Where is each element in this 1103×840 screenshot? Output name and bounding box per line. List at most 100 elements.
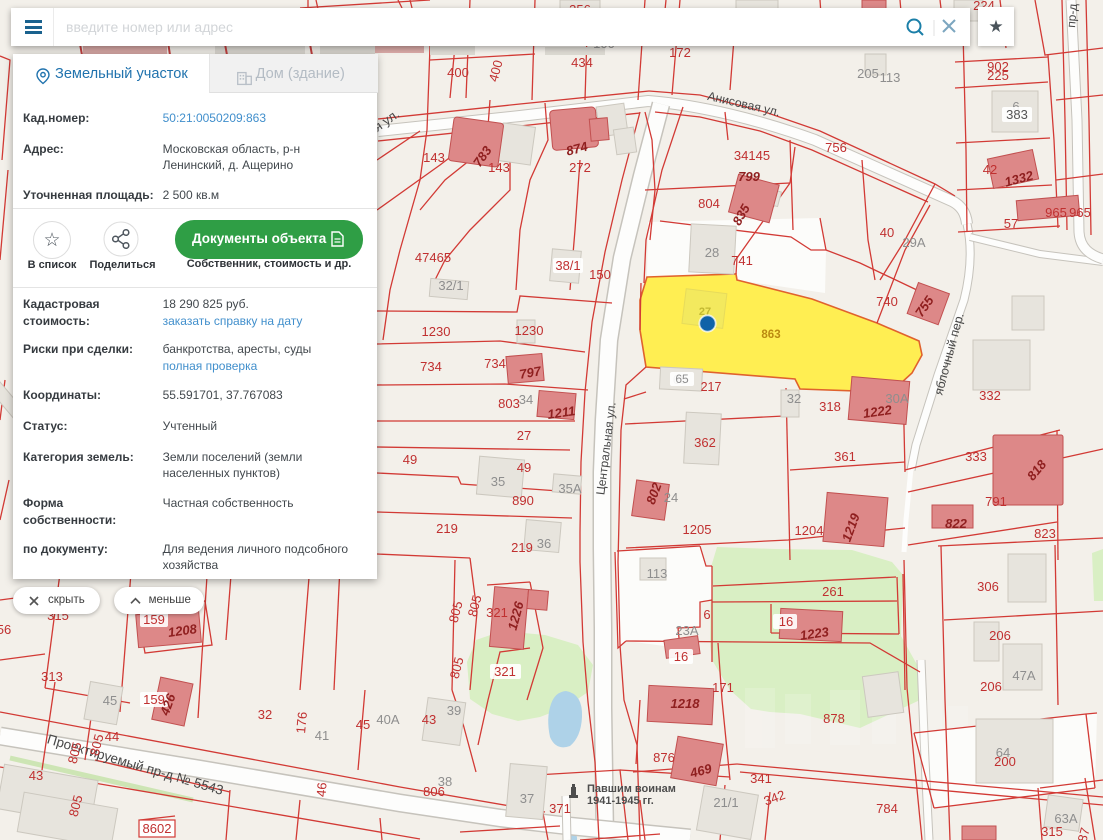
svg-text:Павшим воинам: Павшим воинам xyxy=(587,783,676,795)
svg-text:799: 799 xyxy=(738,169,760,184)
svg-text:371: 371 xyxy=(549,801,571,816)
svg-text:36: 36 xyxy=(537,536,551,551)
svg-text:34145: 34145 xyxy=(734,148,770,163)
svg-text:361: 361 xyxy=(834,449,856,464)
svg-text:21/1: 21/1 xyxy=(713,795,738,810)
svg-text:965: 965 xyxy=(1069,205,1091,220)
svg-text:38: 38 xyxy=(438,774,452,789)
svg-text:1205: 1205 xyxy=(683,522,712,537)
svg-text:56: 56 xyxy=(0,622,11,637)
svg-text:332: 332 xyxy=(979,388,1001,403)
svg-text:176: 176 xyxy=(293,711,310,734)
svg-text:150: 150 xyxy=(589,267,611,282)
svg-text:159: 159 xyxy=(143,612,165,627)
svg-text:206: 206 xyxy=(980,679,1002,694)
svg-text:6: 6 xyxy=(703,607,710,622)
svg-text:341: 341 xyxy=(750,771,772,786)
svg-text:40: 40 xyxy=(880,225,894,240)
svg-text:35А: 35А xyxy=(558,481,581,496)
svg-text:318: 318 xyxy=(819,399,841,414)
svg-text:261: 261 xyxy=(822,584,844,599)
svg-text:219: 219 xyxy=(511,540,533,555)
svg-text:143: 143 xyxy=(423,150,445,165)
svg-text:1941-1945 гг.: 1941-1945 гг. xyxy=(587,795,654,807)
svg-text:321: 321 xyxy=(494,664,516,679)
svg-text:306: 306 xyxy=(977,579,999,594)
svg-text:32/1: 32/1 xyxy=(438,278,463,293)
svg-text:863: 863 xyxy=(761,329,780,341)
svg-text:1204: 1204 xyxy=(795,523,824,538)
svg-text:39: 39 xyxy=(447,703,461,718)
svg-text:34: 34 xyxy=(519,392,533,407)
svg-text:65: 65 xyxy=(675,372,689,386)
svg-text:740: 740 xyxy=(876,294,898,309)
svg-text:734: 734 xyxy=(420,359,442,374)
svg-text:49: 49 xyxy=(517,460,531,475)
svg-text:791: 791 xyxy=(985,494,1007,509)
svg-text:113: 113 xyxy=(880,70,901,85)
svg-text:890: 890 xyxy=(512,493,534,508)
svg-text:225: 225 xyxy=(987,68,1009,83)
svg-text:63А: 63А xyxy=(1054,811,1077,826)
svg-text:40А: 40А xyxy=(376,712,399,727)
svg-text:383: 383 xyxy=(1006,107,1028,122)
svg-text:43: 43 xyxy=(422,712,436,727)
svg-text:313: 313 xyxy=(41,669,63,684)
svg-text:41: 41 xyxy=(315,728,329,743)
svg-text:315: 315 xyxy=(1041,824,1063,839)
svg-text:965: 965 xyxy=(1045,205,1067,220)
svg-text:8602: 8602 xyxy=(143,821,172,836)
svg-text:46: 46 xyxy=(313,782,329,798)
svg-text:42: 42 xyxy=(983,162,997,177)
svg-text:23А: 23А xyxy=(675,623,698,638)
svg-text:878: 878 xyxy=(823,711,845,726)
svg-text:35: 35 xyxy=(491,474,505,489)
svg-text:741: 741 xyxy=(731,253,753,268)
svg-text:27: 27 xyxy=(517,428,531,443)
svg-text:434: 434 xyxy=(571,55,593,70)
svg-text:37: 37 xyxy=(520,791,534,806)
svg-text:321: 321 xyxy=(486,605,508,620)
svg-text:219: 219 xyxy=(436,521,458,536)
svg-text:333: 333 xyxy=(965,449,987,464)
svg-text:272: 272 xyxy=(569,160,591,175)
svg-text:32: 32 xyxy=(258,707,272,722)
svg-text:804: 804 xyxy=(698,196,720,211)
svg-text:пр-д: пр-д xyxy=(1064,3,1080,28)
svg-text:16: 16 xyxy=(779,614,793,629)
svg-text:784: 784 xyxy=(876,801,898,816)
svg-text:1218: 1218 xyxy=(671,696,701,711)
svg-text:64: 64 xyxy=(996,745,1010,760)
svg-text:28: 28 xyxy=(705,245,719,260)
svg-text:47465: 47465 xyxy=(415,250,451,265)
svg-text:400: 400 xyxy=(447,65,469,80)
svg-text:172: 172 xyxy=(669,45,691,60)
svg-text:1230: 1230 xyxy=(422,324,451,339)
svg-text:47А: 47А xyxy=(1012,668,1035,683)
svg-text:49: 49 xyxy=(403,452,417,467)
svg-text:45: 45 xyxy=(356,717,370,732)
svg-text:45: 45 xyxy=(103,693,117,708)
svg-text:113: 113 xyxy=(647,566,668,581)
svg-text:29А: 29А xyxy=(902,235,925,250)
svg-text:362: 362 xyxy=(694,435,716,450)
svg-text:1230: 1230 xyxy=(515,323,544,338)
svg-text:756: 756 xyxy=(825,140,847,155)
svg-text:823: 823 xyxy=(1034,526,1056,541)
svg-text:24: 24 xyxy=(664,490,678,505)
svg-text:803: 803 xyxy=(498,396,520,411)
svg-text:171: 171 xyxy=(712,680,734,695)
svg-text:205: 205 xyxy=(857,66,879,81)
svg-text:38/1: 38/1 xyxy=(555,258,580,273)
svg-text:57: 57 xyxy=(1004,216,1018,231)
svg-text:822: 822 xyxy=(945,516,967,531)
svg-text:44: 44 xyxy=(105,729,119,744)
svg-text:206: 206 xyxy=(989,628,1011,643)
svg-text:876: 876 xyxy=(653,750,675,765)
svg-text:217: 217 xyxy=(701,380,722,394)
svg-text:32: 32 xyxy=(787,391,801,406)
svg-text:143: 143 xyxy=(488,160,510,175)
svg-text:734: 734 xyxy=(484,356,506,371)
svg-text:43: 43 xyxy=(29,768,43,783)
svg-text:16: 16 xyxy=(674,649,688,664)
